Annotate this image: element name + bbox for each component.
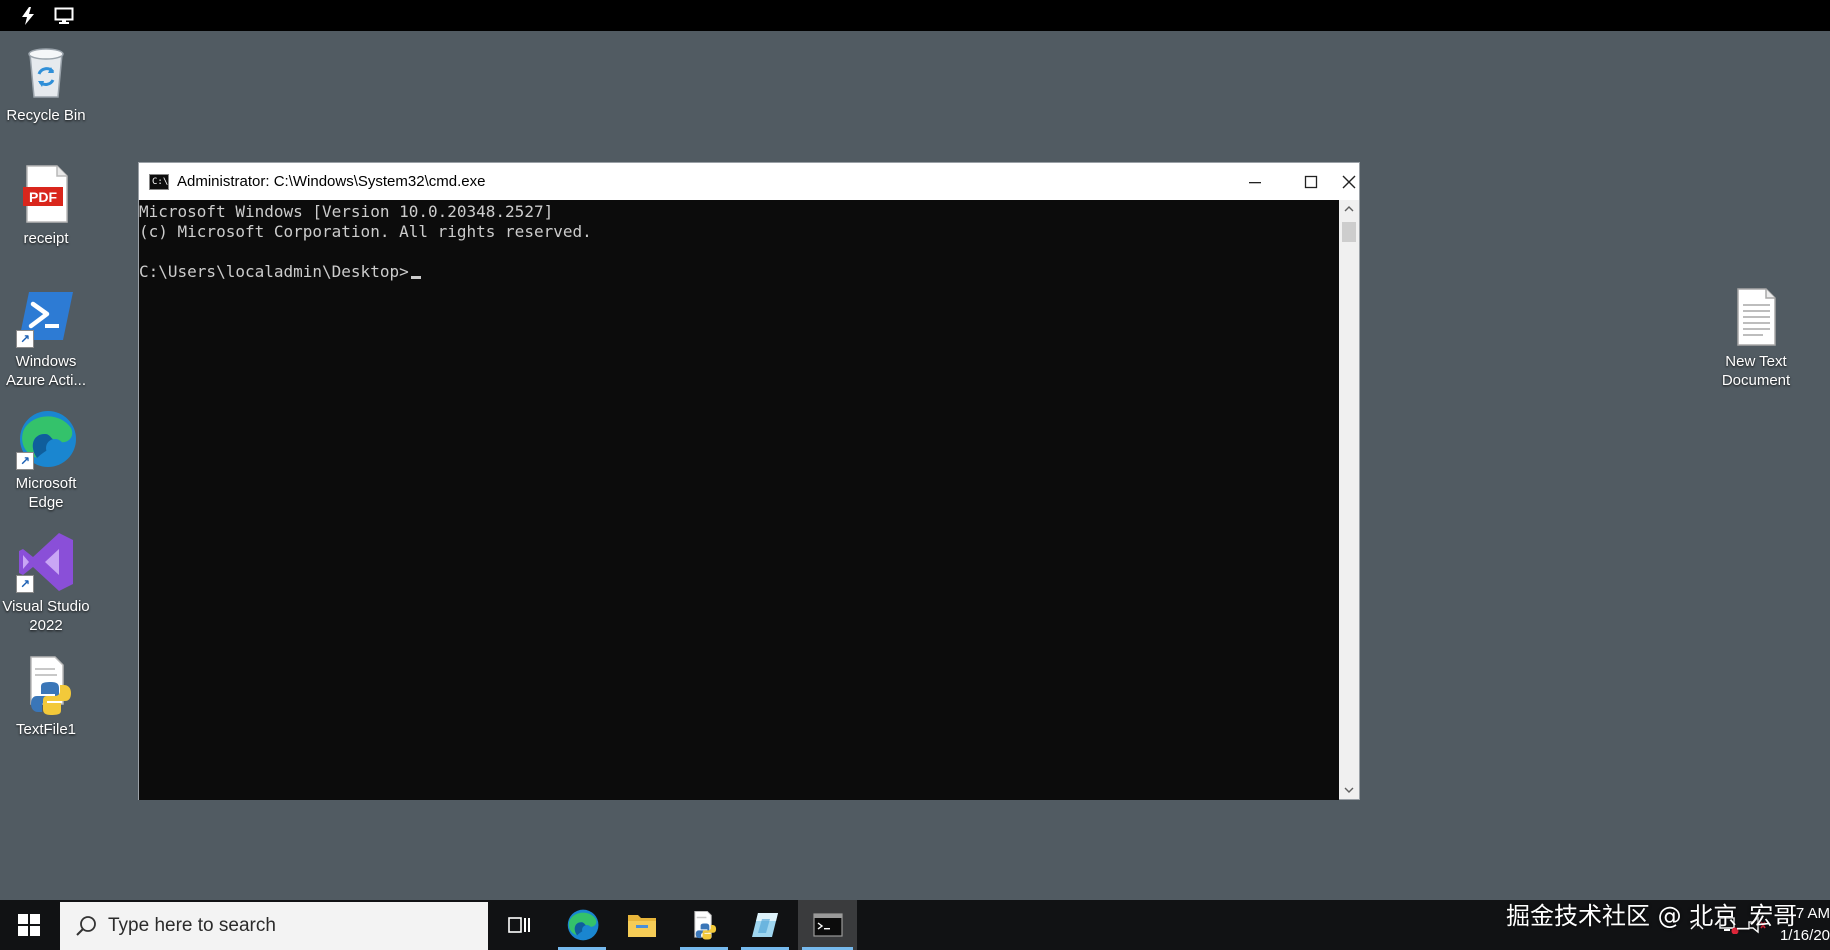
vertical-scrollbar[interactable] [1339,200,1359,799]
taskbar-app-command-prompt[interactable] [798,900,857,950]
console-prompt: C:\Users\localadmin\Desktop> [139,262,409,281]
taskbar-app-file-explorer[interactable] [614,900,670,950]
taskbar-app-python-editor[interactable] [676,900,732,950]
desktop-icon-receipt[interactable]: PDF receipt [0,163,92,248]
text-cursor [410,276,421,279]
search-placeholder: Type here to search [108,915,276,936]
desktop-icon-label: New Text Document [1721,353,1791,389]
lightning-icon[interactable] [16,4,40,27]
azure-tool-icon [752,913,778,937]
visual-studio-icon: ↗ [15,531,77,593]
windows-logo-icon [18,914,40,936]
start-button[interactable] [0,900,58,950]
taskbar-app-azure-tool[interactable] [737,900,793,950]
cmd-window[interactable]: C:\ Administrator: C:\Windows\System32\c… [138,162,1360,800]
desktop-icon-textfile1[interactable]: TextFile1 [0,654,92,739]
desktop-icon-recycle-bin[interactable]: Recycle Bin [0,40,92,125]
text-document-icon [1725,286,1787,348]
scrollbar-thumb[interactable] [1342,222,1356,242]
powershell-icon: ↗ [15,286,77,348]
cmd-app-icon: C:\ [149,173,169,190]
desktop-icon-label: TextFile1 [15,721,77,738]
console-line: (c) Microsoft Corporation. All rights re… [139,222,592,241]
close-icon [1342,175,1356,188]
python-file-icon [15,654,77,716]
minimize-icon [1249,181,1261,183]
desktop-icon-label: Visual Studio 2022 [2,598,90,634]
edge-icon: ↗ [15,408,77,470]
search-box[interactable]: Type here to search [60,902,488,950]
desktop-icon-label: Windows Azure Acti... [5,353,87,389]
monitor-icon[interactable] [52,4,76,27]
scroll-down-arrow-icon[interactable] [1339,781,1359,799]
shortcut-arrow-icon: ↗ [16,452,34,470]
cmd-titlebar[interactable]: C:\ Administrator: C:\Windows\System32\c… [139,163,1359,200]
close-button[interactable] [1339,163,1359,200]
desktop-icon-label: Microsoft Edge [15,475,77,511]
remote-toolbar [0,0,1830,31]
taskbar-app-edge[interactable] [554,900,610,950]
scroll-up-arrow-icon[interactable] [1339,200,1359,218]
desktop-icon-label: Recycle Bin [6,107,86,124]
maximize-icon [1304,175,1318,188]
command-prompt-icon [812,913,843,937]
edge-icon [567,909,599,941]
python-file-icon [694,910,717,940]
folder-icon [628,915,656,937]
recycle-bin-icon [15,40,77,102]
watermark-text: 掘金技术社区 @ 北京_宏哥 [1506,902,1798,930]
task-view-button[interactable] [491,900,547,950]
shortcut-arrow-icon: ↗ [16,575,34,593]
console-output[interactable]: Microsoft Windows [Version 10.0.20348.25… [139,200,1339,800]
minimize-button[interactable] [1227,163,1283,200]
pdf-badge: PDF [29,189,57,205]
pdf-file-icon: PDF [15,163,77,225]
maximize-button[interactable] [1283,163,1339,200]
desktop-icon-microsoft-edge[interactable]: ↗ Microsoft Edge [0,408,92,512]
shortcut-arrow-icon: ↗ [16,330,34,348]
console-line: Microsoft Windows [Version 10.0.20348.25… [139,202,554,221]
window-title: Administrator: C:\Windows\System32\cmd.e… [177,173,486,190]
desktop-icon-windows-azure[interactable]: ↗ Windows Azure Acti... [0,286,92,390]
desktop-icon-visual-studio[interactable]: ↗ Visual Studio 2022 [0,531,92,635]
desktop-icon-label: receipt [23,230,69,247]
console-prompt-line: C:\Users\localadmin\Desktop> [139,262,1339,282]
desktop-icon-new-text-document[interactable]: New Text Document [1710,286,1802,390]
task-view-icon [508,917,530,933]
search-icon [74,914,98,938]
